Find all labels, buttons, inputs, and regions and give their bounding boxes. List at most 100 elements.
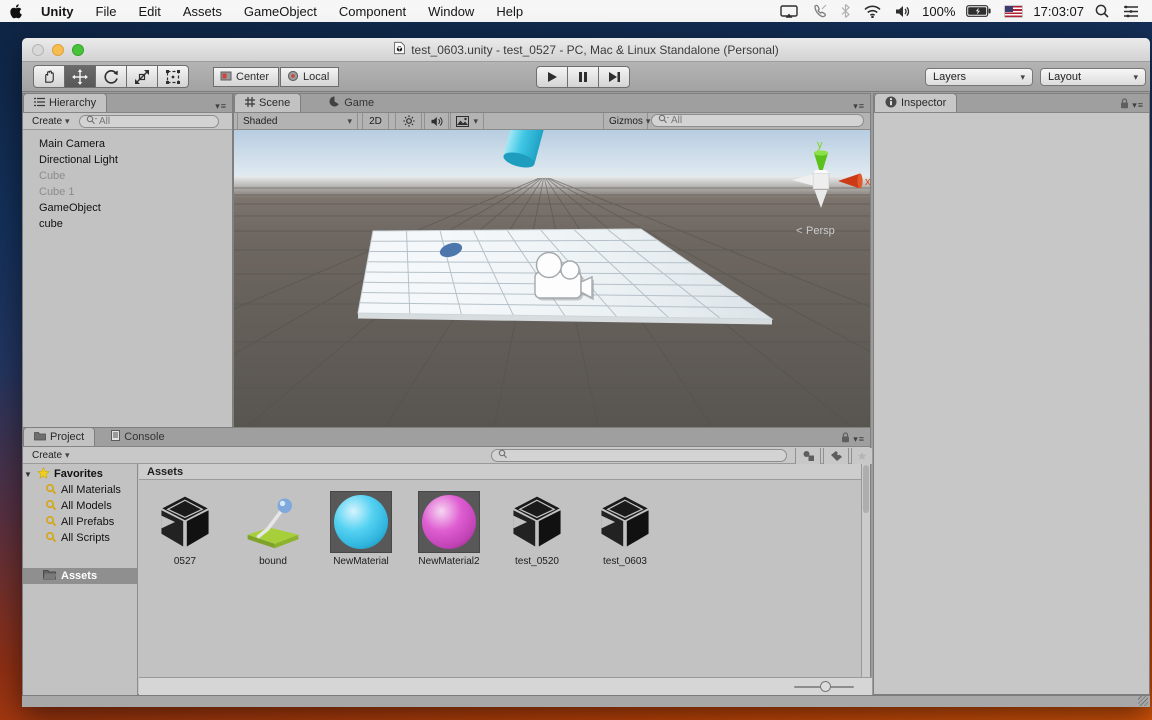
hierarchy-item-directional-light[interactable]: Directional Light (23, 152, 232, 168)
project-create-button[interactable]: Create (27, 449, 75, 462)
tool-hand-button[interactable] (33, 65, 65, 88)
bluetooth-icon[interactable] (838, 0, 853, 22)
pivot-center-button[interactable]: Center (213, 67, 280, 87)
asset-newmaterial[interactable]: NewMaterial (323, 490, 399, 567)
hierarchy-icon (34, 97, 45, 110)
favorite-all-prefabs[interactable]: All Prefabs (23, 514, 137, 530)
foldout-triangle-icon[interactable]: ▼ (23, 470, 33, 479)
scene-3d-viewport[interactable]: y x < Persp (234, 130, 870, 429)
pause-button[interactable] (567, 66, 599, 88)
wifi-icon[interactable] (861, 0, 884, 22)
project-asset-area: Assets 0527 bound NewMaterial NewMateria… (139, 464, 863, 695)
step-button[interactable] (598, 66, 630, 88)
hierarchy-item-cube[interactable]: Cube (23, 168, 232, 184)
tab-game[interactable]: Game (319, 93, 384, 112)
tool-move-button[interactable] (64, 65, 96, 88)
toggle-2d-label: 2D (369, 115, 382, 127)
resize-grip[interactable] (1138, 696, 1148, 706)
airplay-icon[interactable] (777, 0, 801, 22)
layout-dropdown[interactable]: Layout (1040, 68, 1146, 86)
hierarchy-search-input[interactable]: All (79, 115, 219, 128)
lock-icon[interactable] (841, 432, 850, 446)
unity-file-icon (153, 490, 217, 554)
tab-project[interactable]: Project (23, 427, 96, 446)
project-search-input[interactable] (491, 449, 787, 462)
menu-unity[interactable]: Unity (30, 0, 85, 22)
hierarchy-item-cube-lower[interactable]: cube (23, 216, 232, 232)
slider-knob[interactable] (820, 681, 831, 692)
menu-component[interactable]: Component (328, 0, 417, 22)
notification-center-icon[interactable] (1120, 0, 1142, 22)
tool-scale-button[interactable] (126, 65, 158, 88)
inspector-info-icon (885, 96, 897, 111)
svg-text:<: < (796, 225, 802, 237)
scene-search-input[interactable]: All (651, 114, 864, 127)
play-button[interactable] (536, 66, 568, 88)
window-title-bar[interactable]: test_0603.unity - test_0527 - PC, Mac & … (22, 38, 1150, 62)
hierarchy-item-main-camera[interactable]: Main Camera (23, 136, 232, 152)
tab-inspector-label: Inspector (901, 97, 947, 109)
icon-size-slider[interactable] (794, 681, 854, 692)
scene-audio-button[interactable] (424, 113, 449, 129)
apple-menu[interactable] (0, 0, 30, 22)
input-language-flag-icon[interactable] (1002, 0, 1025, 22)
menu-gameobject[interactable]: GameObject (233, 0, 328, 22)
scene-lighting-button[interactable] (395, 113, 422, 129)
tab-hierarchy[interactable]: Hierarchy (23, 93, 108, 112)
window-status-bar (22, 695, 1150, 707)
asset-0527[interactable]: 0527 (147, 490, 223, 567)
axis-y-label: y (817, 139, 823, 151)
asset-bound[interactable]: bound (235, 490, 311, 567)
menu-assets[interactable]: Assets (172, 0, 233, 22)
tab-inspector[interactable]: Inspector (874, 93, 958, 112)
pivot-local-button[interactable]: Local (280, 67, 340, 87)
project-status-bar (139, 677, 872, 695)
project-scrollbar[interactable] (861, 464, 870, 695)
menu-bar-clock[interactable]: 17:03:07 (1033, 4, 1084, 19)
hierarchy-panel-menu[interactable]: ▾≡ (215, 101, 232, 112)
scene-effects-dropdown[interactable] (450, 113, 484, 129)
tab-scene[interactable]: Scene (234, 93, 302, 112)
favorite-all-scripts[interactable]: All Scripts (23, 530, 137, 546)
layers-dropdown[interactable]: Layers (925, 68, 1033, 86)
sidebar-assets-folder[interactable]: Assets (23, 568, 137, 584)
search-by-type-button[interactable] (795, 448, 821, 464)
phone-icon[interactable] (809, 0, 830, 22)
window-zoom-button[interactable] (72, 44, 84, 56)
menu-edit[interactable]: Edit (127, 0, 171, 22)
projection-mode-toggle[interactable]: < Persp (796, 225, 835, 237)
hierarchy-item-cube-1[interactable]: Cube 1 (23, 184, 232, 200)
scene-panel-menu[interactable]: ▾≡ (853, 101, 870, 112)
menu-help[interactable]: Help (485, 0, 534, 22)
menu-window[interactable]: Window (417, 0, 485, 22)
hierarchy-item-gameobject[interactable]: GameObject (23, 200, 232, 216)
window-close-button[interactable] (32, 44, 44, 56)
favorites-star-button[interactable] (851, 448, 872, 464)
tool-rect-button[interactable] (157, 65, 189, 88)
tab-console-label: Console (124, 430, 165, 443)
menu-bar: Unity File Edit Assets GameObject Compon… (0, 0, 1152, 22)
asset-test-0603[interactable]: test_0603 (587, 490, 663, 567)
asset-newmaterial2[interactable]: NewMaterial2 (411, 490, 487, 567)
assets-breadcrumb[interactable]: Assets (139, 464, 863, 480)
tool-rotate-button[interactable] (95, 65, 127, 88)
menu-file[interactable]: File (85, 0, 128, 22)
inspector-panel-menu[interactable]: ▾≡ (1120, 98, 1149, 112)
window-minimize-button[interactable] (52, 44, 64, 56)
toggle-2d-button[interactable]: 2D (362, 113, 389, 129)
hierarchy-create-button[interactable]: Create (27, 115, 75, 128)
asset-test-0520[interactable]: test_0520 (499, 490, 575, 567)
lock-icon[interactable] (1120, 98, 1129, 112)
favorite-all-materials[interactable]: All Materials (23, 482, 137, 498)
tab-game-label: Game (344, 96, 375, 109)
spotlight-search-icon[interactable] (1092, 0, 1112, 22)
shading-mode-label: Shaded (243, 115, 278, 127)
volume-icon[interactable] (892, 0, 914, 22)
shading-mode-dropdown[interactable]: Shaded (237, 113, 358, 129)
tab-console[interactable]: Console (101, 427, 174, 446)
favorite-all-models[interactable]: All Models (23, 498, 137, 514)
search-by-label-button[interactable] (823, 448, 849, 464)
gizmos-dropdown[interactable]: Gizmos (603, 113, 648, 129)
project-panel-menu[interactable]: ▾≡ (841, 432, 870, 446)
favorites-group[interactable]: ▼ Favorites (23, 466, 137, 482)
